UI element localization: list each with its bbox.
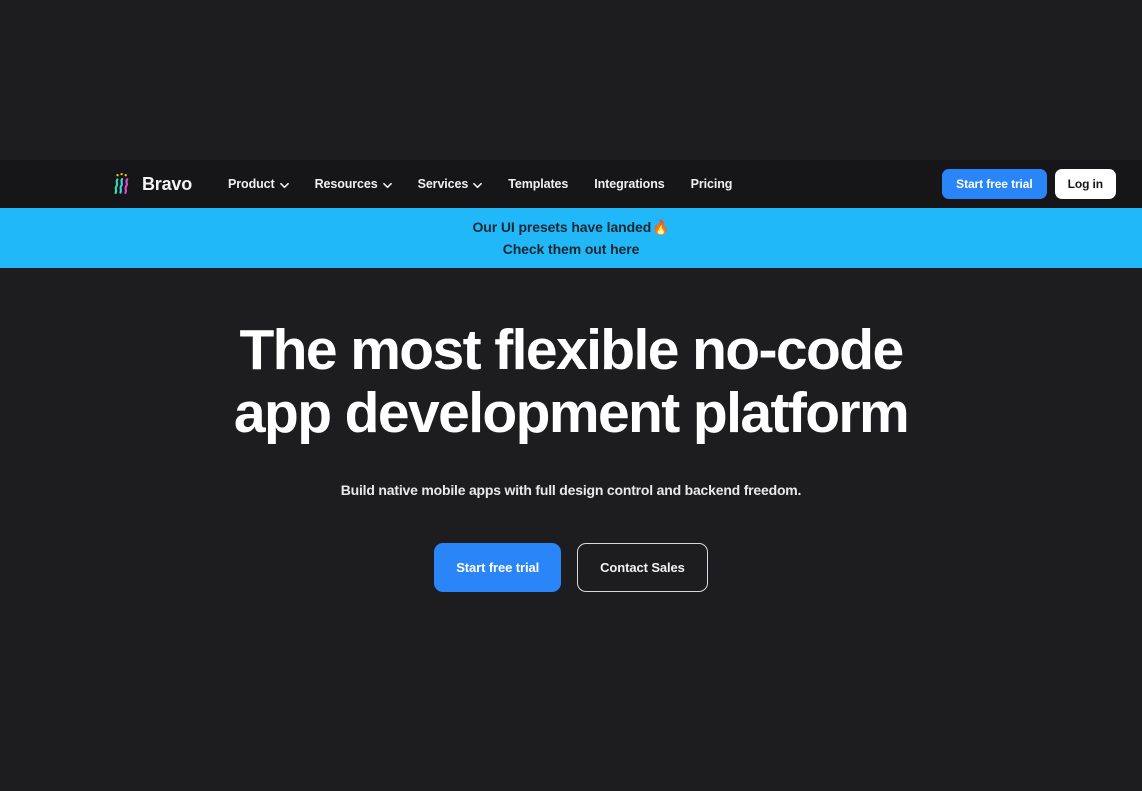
chevron-down-icon [279,181,289,190]
chevron-down-icon [382,181,392,190]
brand-logo[interactable]: Bravo [112,172,192,196]
nav-item-product[interactable]: Product [228,177,289,191]
page-top-spacer [0,0,1142,160]
bravo-logo-icon [112,172,134,196]
nav-item-templates[interactable]: Templates [508,177,568,191]
hero-contact-sales-button[interactable]: Contact Sales [577,542,708,592]
landing-page: Bravo Product Resources Services Templat… [0,0,1142,791]
announcement-banner-link[interactable]: Check them out here [503,240,640,259]
hero-cta-group: Start free trial Contact Sales [434,498,708,592]
nav-item-pricing[interactable]: Pricing [691,177,733,191]
chevron-down-icon [473,181,483,190]
nav-login-button[interactable]: Log in [1054,169,1116,199]
nav-item-integrations[interactable]: Integrations [594,177,664,191]
nav-item-templates-label: Templates [508,177,569,191]
announcement-banner-text: Our UI presets have landed [472,218,652,235]
announcement-banner-line-1: Our UI presets have landed 🔥 [472,218,669,237]
nav-item-resources-label: Resources [314,177,378,191]
nav-item-resources[interactable]: Resources [315,177,392,191]
hero-start-free-trial-button[interactable]: Start free trial [434,542,562,592]
nav-item-pricing-label: Pricing [690,177,733,191]
nav-start-free-trial-button[interactable]: Start free trial [942,169,1047,199]
hero-section: The most flexible no-code app developmen… [0,268,1142,791]
nav-item-integrations-label: Integrations [594,177,665,191]
main-navigation-bar: Bravo Product Resources Services Templat… [0,160,1142,208]
nav-item-services[interactable]: Services [418,177,483,191]
hero-title: The most flexible no-code app developmen… [233,318,910,446]
nav-links: Product Resources Services Templates Int… [228,177,732,191]
nav-actions: Start free trial Log in [942,169,1116,199]
nav-item-product-label: Product [228,177,275,191]
announcement-banner[interactable]: Our UI presets have landed 🔥 Check them … [0,208,1142,268]
brand-name-text: Bravo [142,173,193,194]
hero-subtitle: Build native mobile apps with full desig… [340,481,802,498]
nav-item-services-label: Services [417,177,469,191]
fire-emoji-icon: 🔥 [652,219,670,236]
